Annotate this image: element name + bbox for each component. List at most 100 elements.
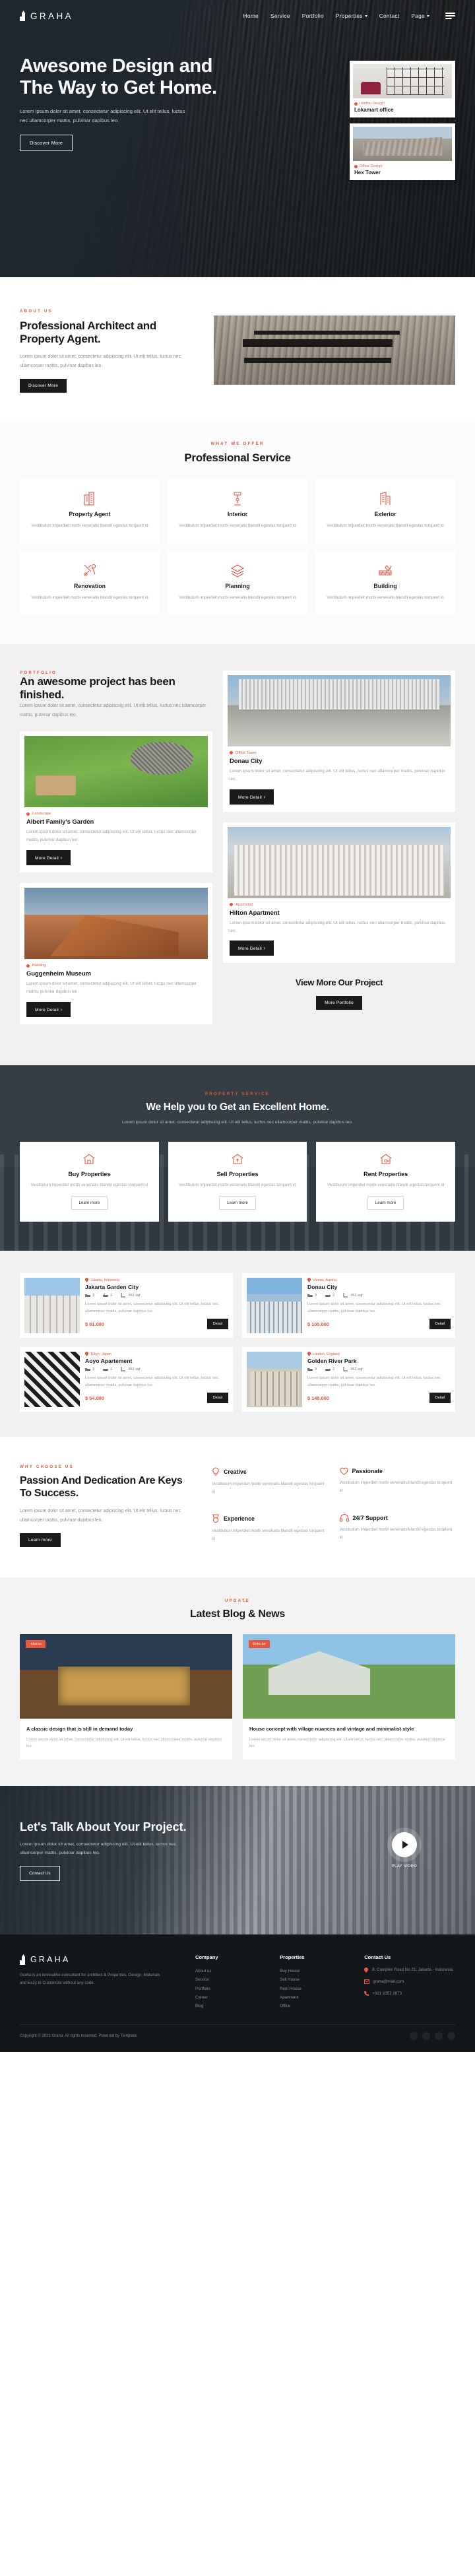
hero-card-interior[interactable]: Interior Design Lokamart office — [350, 61, 455, 117]
hero-text-block: Awesome Design and The Way to Get Home. … — [20, 55, 218, 186]
property-card-donau[interactable]: Vienna, Austria Donau City 3 2 352 sqf L… — [242, 1273, 455, 1338]
portfolio-more-detail-button[interactable]: More Detail — [230, 789, 274, 805]
property-card-aoyo[interactable]: Tokyo, Japan Aoyo Apartement 3 2 352 sqf… — [20, 1347, 233, 1412]
property-footer: $ 148.000 Detail — [307, 1393, 451, 1404]
about-discover-more-button[interactable]: Discover More — [20, 379, 67, 393]
help-learn-more-button[interactable]: Learn more — [367, 1196, 404, 1210]
blog-post-text: Lorem ipsum dolor sit amet, consectetur … — [26, 1737, 222, 1749]
footer-logo[interactable]: GRAHA — [20, 1954, 178, 1965]
portfolio-card-museum[interactable]: Building Guggenheim Museum Lorem ipsum d… — [20, 883, 212, 1024]
nav-item-properties[interactable]: Properties — [336, 13, 367, 19]
service-card-building[interactable]: Building Vestibulum imperdiet morbi vene… — [315, 551, 455, 615]
portfolio-more-detail-button[interactable]: More Detail — [26, 1001, 71, 1017]
nav-item-service[interactable]: Service — [270, 13, 290, 19]
hamburger-menu-icon[interactable] — [445, 13, 455, 19]
footer-link[interactable]: Sell House — [280, 1975, 347, 1984]
area-icon — [343, 1293, 348, 1298]
help-learn-more-button[interactable]: Learn more — [71, 1196, 108, 1210]
footer-link[interactable]: Office — [280, 2002, 347, 2010]
facebook-icon[interactable] — [410, 2031, 418, 2040]
portfolio-eyebrow: PORTFOLIO — [20, 670, 57, 675]
portfolio-card-donau[interactable]: Office Tower Donau City Lorem ipsum dolo… — [223, 670, 455, 812]
service-title: Professional Service — [184, 451, 291, 465]
portfolio-card-image — [24, 888, 208, 960]
area-value: 352 sqf — [350, 1367, 363, 1371]
feature-text: Vestibulum imperdiet morbi venenatis bla… — [212, 1528, 325, 1541]
footer-contact-phone[interactable]: +021 2352 2873 — [364, 1991, 455, 1998]
blog-card-interior[interactable]: Interior A classic design that is still … — [20, 1634, 232, 1760]
service-card-planning[interactable]: Planning Vestibulum imperdiet morbi vene… — [168, 551, 307, 615]
service-card-renovation[interactable]: Renovation Vestibulum imperdiet morbi ve… — [20, 551, 160, 615]
service-card-exterior[interactable]: Exterior Vestibulum imperdiet morbi vene… — [315, 479, 455, 544]
property-card-jakarta[interactable]: Jakarta, Indonesia Jakarta Garden City 3… — [20, 1273, 233, 1338]
beds-value: 3 — [315, 1293, 317, 1298]
portfolio-more-detail-button[interactable]: More Detail — [26, 850, 71, 866]
help-card-sell[interactable]: Sell Properties Vestibulum imperdiet mor… — [168, 1141, 307, 1222]
hero-subtitle: Lorem ipsum dolor sit amet, consectetur … — [20, 108, 185, 123]
service-card-interior[interactable]: Interior Vestibulum imperdiet morbi vene… — [168, 479, 307, 544]
portfolio-card-garden[interactable]: Landscape Albert Family's Garden Lorem i… — [20, 731, 212, 873]
footer-link[interactable]: Portfolio — [195, 1985, 263, 1993]
footer-link[interactable]: Career — [195, 1993, 263, 2002]
portfolio-card-image — [24, 736, 208, 808]
linkedin-icon[interactable] — [447, 2031, 455, 2040]
blog-badge: Interior — [26, 1640, 46, 1649]
property-detail-button[interactable]: Detail — [429, 1393, 451, 1404]
more-portfolio-button[interactable]: More Portfolio — [316, 995, 362, 1010]
footer-link[interactable]: Apartment — [280, 1993, 347, 2002]
blog-card-exterior[interactable]: Exterior House concept with village nuan… — [243, 1634, 455, 1760]
service-card-property-agent[interactable]: Property Agent Vestibulum imperdiet morb… — [20, 479, 160, 544]
property-detail-button[interactable]: Detail — [206, 1319, 228, 1330]
property-detail-button[interactable]: Detail — [429, 1319, 451, 1330]
property-card-golden-river[interactable]: London, England Golden River Park 3 2 35… — [242, 1347, 455, 1412]
portfolio-more-detail-button[interactable]: More Detail — [230, 941, 274, 956]
portfolio-card-title: Donau City — [230, 756, 263, 764]
nav-item-page[interactable]: Page — [411, 13, 429, 19]
nav-item-home[interactable]: Home — [243, 13, 259, 19]
why-learn-more-button[interactable]: Learn more — [20, 1533, 61, 1548]
footer-link[interactable]: Buy House — [280, 1967, 347, 1975]
footer-column-title: Properties — [280, 1954, 305, 1961]
hero-discover-more-button[interactable]: Discover More — [20, 134, 73, 151]
contact-us-button[interactable]: Contact Us — [20, 1866, 60, 1882]
nav-item-portfolio[interactable]: Portfolio — [302, 13, 324, 19]
beds-value: 3 — [315, 1367, 317, 1371]
why-text-block: WHY CHOOSE US Passion And Dedication Are… — [20, 1465, 195, 1548]
footer-contact-list: Jl. Complex Road No 21, Jakarta - Indone… — [364, 1967, 455, 1998]
footer-link[interactable]: Blog — [195, 2002, 263, 2010]
portfolio-card-tag: Apartment — [230, 903, 451, 907]
chevron-down-icon — [364, 15, 367, 17]
footer-contact-email[interactable]: graha@mail.com — [364, 1979, 455, 1986]
phone-icon — [364, 1991, 369, 1996]
play-icon[interactable] — [391, 1832, 417, 1858]
feature-header: Passionate — [339, 1467, 456, 1475]
instagram-icon[interactable] — [435, 2031, 443, 2040]
service-card-title: Renovation — [74, 583, 106, 590]
area-icon — [121, 1293, 126, 1298]
help-card-title: Rent Properties — [364, 1170, 408, 1177]
help-card-rent[interactable]: Rent Properties Vestibulum imperdiet mor… — [316, 1141, 455, 1222]
feature-title: Creative — [224, 1469, 247, 1476]
footer-link[interactable]: About us — [195, 1967, 263, 1975]
portfolio-card-hilton[interactable]: Apartment Hilton Apartment Lorem ipsum d… — [223, 822, 455, 964]
hero-card-tag: Office Design — [354, 164, 452, 168]
service-card-text: Vestibulum imperdiet morbi venenatis bla… — [31, 523, 148, 529]
brand-logo[interactable]: GRAHA — [20, 11, 73, 21]
blog-title: Latest Blog & News — [190, 1608, 285, 1620]
mail-icon — [364, 1979, 370, 1984]
property-specs: 3 2 352 sqf — [307, 1367, 451, 1371]
hero-card-office[interactable]: Office Design Hex Tower — [350, 123, 455, 180]
nav-item-contact[interactable]: Contact — [379, 13, 400, 19]
footer-link[interactable]: Service — [195, 1975, 263, 1984]
help-card-buy[interactable]: Buy Properties Vestibulum imperdiet morb… — [20, 1141, 159, 1222]
property-footer: $ 54.000 Detail — [85, 1393, 228, 1404]
property-location: Vienna, Austria — [307, 1278, 451, 1283]
hero-card-tag: Interior Design — [354, 102, 452, 106]
footer-link[interactable]: Rent House — [280, 1985, 347, 1993]
property-specs: 3 2 352 sqf — [307, 1293, 451, 1298]
property-detail-button[interactable]: Detail — [206, 1393, 228, 1404]
help-learn-more-button[interactable]: Learn more — [219, 1196, 256, 1210]
play-video-block[interactable]: PLAY VIDEO — [392, 1832, 417, 1868]
baths-value: 2 — [332, 1367, 335, 1371]
twitter-icon[interactable] — [422, 2031, 430, 2040]
